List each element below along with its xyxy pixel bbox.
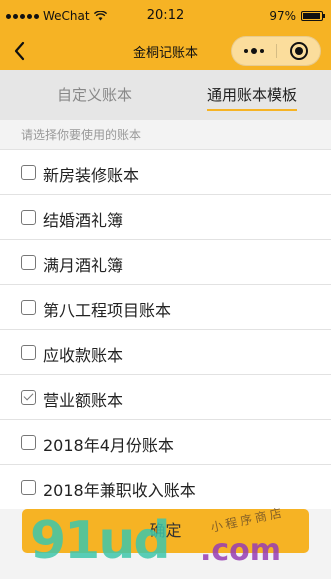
top-bar: WeChat 20:12 97% 金桐记账本 — [0, 0, 331, 70]
list-item[interactable]: 新房装修账本 — [0, 149, 331, 194]
list-item-label: 2018年兼职收入账本 — [43, 481, 196, 500]
list-item-label: 结婚酒礼簿 — [43, 211, 124, 230]
confirm-button[interactable]: 确定 — [22, 509, 309, 553]
more-button[interactable] — [232, 37, 276, 65]
active-tab-indicator — [207, 109, 298, 111]
list-item[interactable]: 满月酒礼簿 — [0, 239, 331, 284]
checkbox[interactable] — [21, 390, 36, 405]
tab-label: 通用账本模板 — [207, 86, 298, 104]
capsule-divider — [276, 44, 277, 58]
status-bar: WeChat 20:12 97% — [0, 0, 331, 34]
list-item[interactable]: 营业额账本 — [0, 374, 331, 419]
checkbox[interactable] — [21, 210, 36, 225]
list-item[interactable]: 第八工程项目账本 — [0, 284, 331, 329]
list-item-label: 2018年4月份账本 — [43, 436, 174, 455]
close-mini-program-button[interactable] — [290, 42, 308, 60]
checkbox[interactable] — [21, 255, 36, 270]
list-item[interactable]: 2018年4月份账本 — [0, 419, 331, 464]
checkbox[interactable] — [21, 300, 36, 315]
list-item[interactable]: 2018年兼职收入账本 — [0, 464, 331, 509]
book-template-list: 新房装修账本 结婚酒礼簿满月酒礼簿第八工程项目账本 应收款账本营业额账本 2018年4… — [0, 149, 331, 509]
checkbox[interactable] — [21, 480, 36, 495]
more-icon — [244, 49, 248, 53]
list-item[interactable]: 结婚酒礼簿 — [0, 194, 331, 239]
checkbox[interactable] — [21, 345, 36, 360]
selection-hint: 请选择你要使用的账本 — [21, 128, 142, 142]
list-item-label: 新房装修账本 — [43, 166, 140, 185]
tab-bar: 自定义账本 通用账本模板 — [0, 70, 331, 120]
checkbox[interactable] — [21, 165, 36, 180]
mini-program-capsule — [231, 36, 321, 66]
list-item-label: 营业额账本 — [43, 391, 124, 410]
list-item-label: 第八工程项目账本 — [43, 301, 172, 320]
checkbox[interactable] — [21, 435, 36, 450]
list-item-label: 应收款账本 — [43, 346, 124, 365]
list-item[interactable]: 应收款账本 — [0, 329, 331, 374]
battery-percent: 97% — [269, 9, 296, 23]
tab-general-templates[interactable]: 通用账本模板 — [207, 84, 298, 111]
list-item-label: 满月酒礼簿 — [43, 256, 124, 275]
tab-custom-books[interactable]: 自定义账本 — [57, 84, 132, 105]
nav-bar: 金桐记账本 — [0, 34, 331, 70]
battery-icon — [301, 11, 325, 21]
